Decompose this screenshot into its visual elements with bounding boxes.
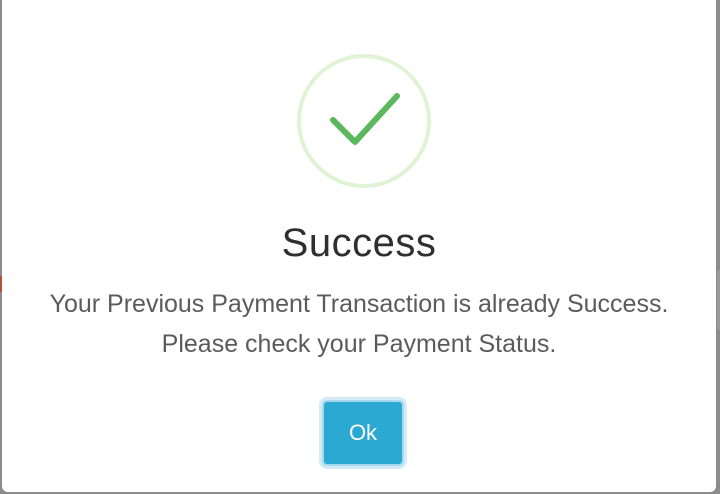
checkmark-icon	[330, 93, 400, 145]
success-dialog: Success Your Previous Payment Transactio…	[2, 0, 716, 492]
ok-button[interactable]: Ok	[322, 400, 404, 466]
success-check-icon	[297, 54, 431, 188]
dialog-message: Your Previous Payment Transaction is alr…	[49, 290, 669, 358]
dialog-title: Success	[281, 221, 437, 265]
